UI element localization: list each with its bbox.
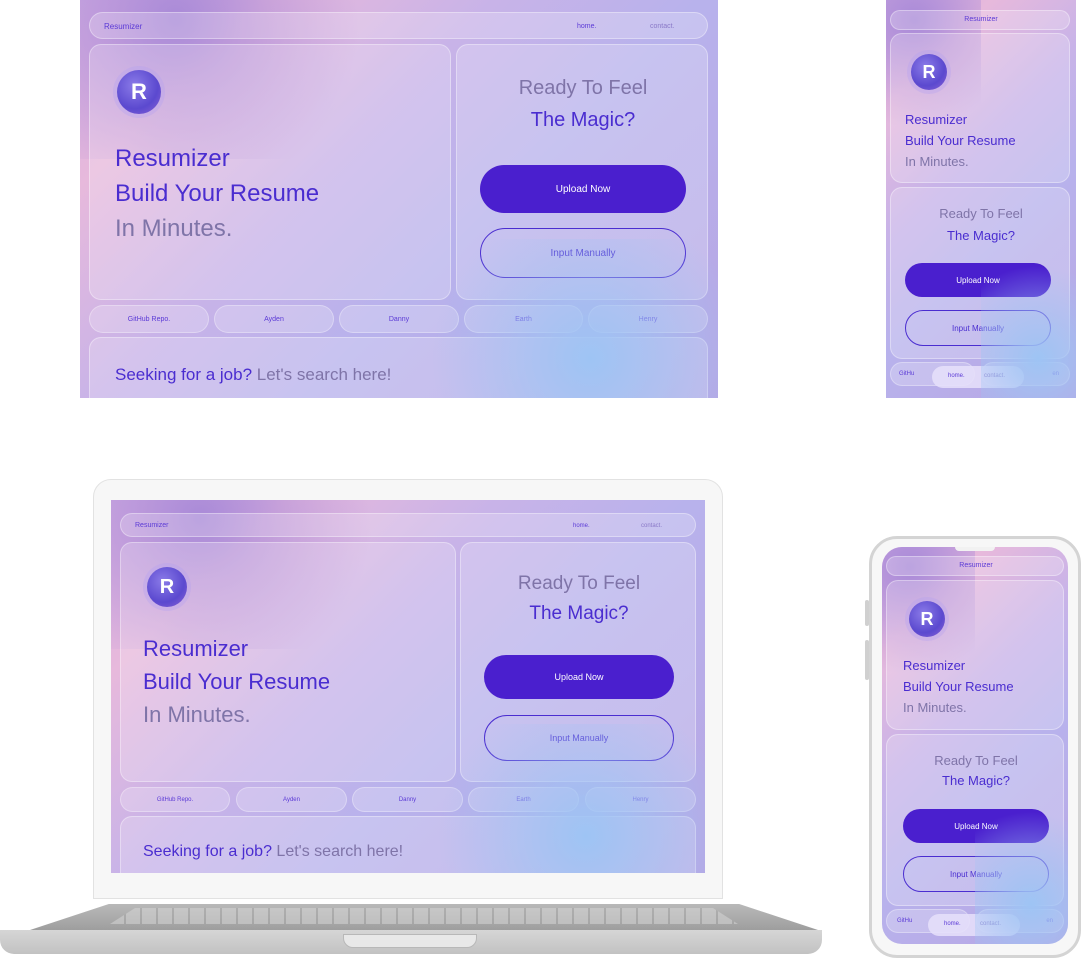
brand-logo-text[interactable]: Resumizer: [104, 22, 142, 31]
top-nav: Resumizer home. contact.: [89, 12, 708, 39]
pill-danny-laptop[interactable]: Danny: [352, 787, 463, 812]
upload-now-button-narrow[interactable]: Upload Now: [905, 263, 1051, 297]
pill-danny[interactable]: Danny: [339, 305, 459, 333]
hero-card-phone: R Resumizer Build Your Resume In Minutes…: [886, 580, 1064, 730]
cta-heading-line1: Ready To Feel: [518, 77, 648, 99]
nav-contact-link-laptop[interactable]: contact.: [641, 523, 662, 529]
input-manually-button-laptop[interactable]: Input Manually: [484, 715, 674, 761]
floating-nav-contact-narrow[interactable]: contact.: [984, 373, 1005, 379]
cta-heading-line1-phone: Ready To Feel: [934, 753, 1018, 768]
brand-logo-text-narrow[interactable]: Resumizer: [891, 16, 1071, 23]
cta-card-phone: Ready To Feel The Magic? Upload Now Inpu…: [886, 734, 1064, 906]
floating-nav-home-phone[interactable]: home.: [944, 921, 961, 927]
pill-henry-laptop[interactable]: Henry: [585, 787, 696, 812]
cta-heading-line2-narrow: The Magic?: [947, 228, 1015, 243]
search-card-laptop: Seeking for a job? Let's search here!: [120, 816, 696, 873]
hero-title-phone: Resumizer: [903, 658, 966, 673]
hero-card: R Resumizer Build Your Resume In Minutes…: [89, 44, 451, 300]
app-logo-icon-narrow: R: [911, 54, 947, 90]
cta-heading-line2-laptop: The Magic?: [529, 603, 629, 624]
laptop-keyboard-keys: [110, 908, 738, 924]
search-prompt-rest: Let's search here!: [252, 365, 392, 384]
phone-screen: Resumizer R Resumizer Build Your Resume …: [882, 547, 1068, 944]
search-prompt-laptop: Seeking for a job? Let's search here!: [143, 843, 403, 861]
hero-subtitle: Build Your Resume: [115, 180, 320, 207]
hero-tagline-phone: In Minutes.: [903, 700, 967, 715]
search-prompt-bold: Seeking for a job?: [115, 365, 253, 384]
cta-card: Ready To Feel The Magic? Upload Now Inpu…: [456, 44, 708, 300]
phone-side-button: [865, 600, 869, 626]
cta-card-narrow: Ready To Feel The Magic? Upload Now Inpu…: [890, 187, 1070, 359]
search-prompt: Seeking for a job? Let's search here!: [115, 365, 391, 385]
hero-title-laptop: Resumizer: [143, 636, 249, 661]
search-card: Seeking for a job? Let's search here!: [89, 337, 708, 398]
app-logo-icon-laptop: R: [147, 567, 187, 607]
top-nav-phone: Resumizer: [886, 556, 1064, 576]
pill-ayden-short-phone[interactable]: en: [976, 909, 1064, 933]
brand-logo-text-laptop[interactable]: Resumizer: [135, 522, 168, 529]
cta-card-laptop: Ready To Feel The Magic? Upload Now Inpu…: [460, 542, 696, 782]
hero-title: Resumizer: [115, 145, 230, 172]
hero-subtitle-narrow: Build Your Resume: [905, 133, 1016, 148]
nav-contact-link[interactable]: contact.: [650, 23, 675, 30]
search-prompt-bold-laptop: Seeking for a job?: [143, 843, 272, 860]
hero-card-laptop: R Resumizer Build Your Resume In Minutes…: [120, 542, 456, 782]
laptop-hinge-notch: [343, 934, 477, 948]
phone-notch: [955, 547, 995, 551]
input-manually-button[interactable]: Input Manually: [480, 228, 686, 278]
top-nav-narrow: Resumizer: [890, 10, 1070, 30]
input-manually-button-phone[interactable]: Input Manually: [903, 856, 1049, 892]
pill-ayden-laptop[interactable]: Ayden: [236, 787, 347, 812]
upload-now-button[interactable]: Upload Now: [480, 165, 686, 213]
desktop-mockup: Resumizer home. contact. R Resumizer Bui…: [80, 0, 718, 398]
pill-ayden[interactable]: Ayden: [214, 305, 334, 333]
top-nav-laptop: Resumizer home. contact.: [120, 513, 696, 537]
pill-earth-laptop[interactable]: Earth: [468, 787, 579, 812]
cta-heading-line2: The Magic?: [530, 109, 636, 131]
hero-tagline: In Minutes.: [115, 215, 233, 242]
app-logo-icon-phone: R: [909, 601, 945, 637]
narrow-mockup: Resumizer R Resumizer Build Your Resume …: [886, 0, 1076, 398]
pill-github-repo-laptop[interactable]: GitHub Repo.: [120, 787, 230, 812]
pill-github-repo[interactable]: GitHub Repo.: [89, 305, 209, 333]
floating-nav-contact-phone[interactable]: contact.: [980, 921, 1001, 927]
laptop-screen: Resumizer home. contact. R Resumizer Bui…: [111, 500, 705, 873]
floating-nav-phone: home. contact.: [928, 914, 1020, 936]
hero-tagline-narrow: In Minutes.: [905, 154, 969, 169]
app-logo-icon: R: [117, 70, 161, 114]
pill-henry[interactable]: Henry: [588, 305, 708, 333]
nav-home-link-laptop[interactable]: home.: [573, 523, 590, 529]
upload-now-button-phone[interactable]: Upload Now: [903, 809, 1049, 843]
hero-title-narrow: Resumizer: [905, 112, 968, 127]
hero-subtitle-laptop: Build Your Resume: [143, 669, 331, 694]
pill-ayden-short-narrow[interactable]: en: [981, 362, 1070, 386]
hero-tagline-laptop: In Minutes.: [143, 702, 251, 727]
cta-heading-line2-phone: The Magic?: [942, 773, 1010, 788]
pill-earth[interactable]: Earth: [464, 305, 583, 333]
cta-heading-line1-laptop: Ready To Feel: [517, 573, 641, 594]
search-prompt-rest-laptop: Let's search here!: [271, 843, 404, 860]
upload-now-button-laptop[interactable]: Upload Now: [484, 655, 674, 699]
hero-subtitle-phone: Build Your Resume: [903, 679, 1014, 694]
floating-nav-narrow: home. contact.: [932, 366, 1024, 388]
phone-side-button-2: [865, 640, 869, 680]
input-manually-button-narrow[interactable]: Input Manually: [905, 310, 1051, 346]
brand-logo-text-phone[interactable]: Resumizer: [887, 562, 1065, 569]
hero-card-narrow: R Resumizer Build Your Resume In Minutes…: [890, 33, 1070, 183]
floating-nav-home-narrow[interactable]: home.: [948, 373, 965, 379]
nav-home-link[interactable]: home.: [577, 23, 596, 30]
cta-heading-line1-narrow: Ready To Feel: [939, 206, 1023, 221]
